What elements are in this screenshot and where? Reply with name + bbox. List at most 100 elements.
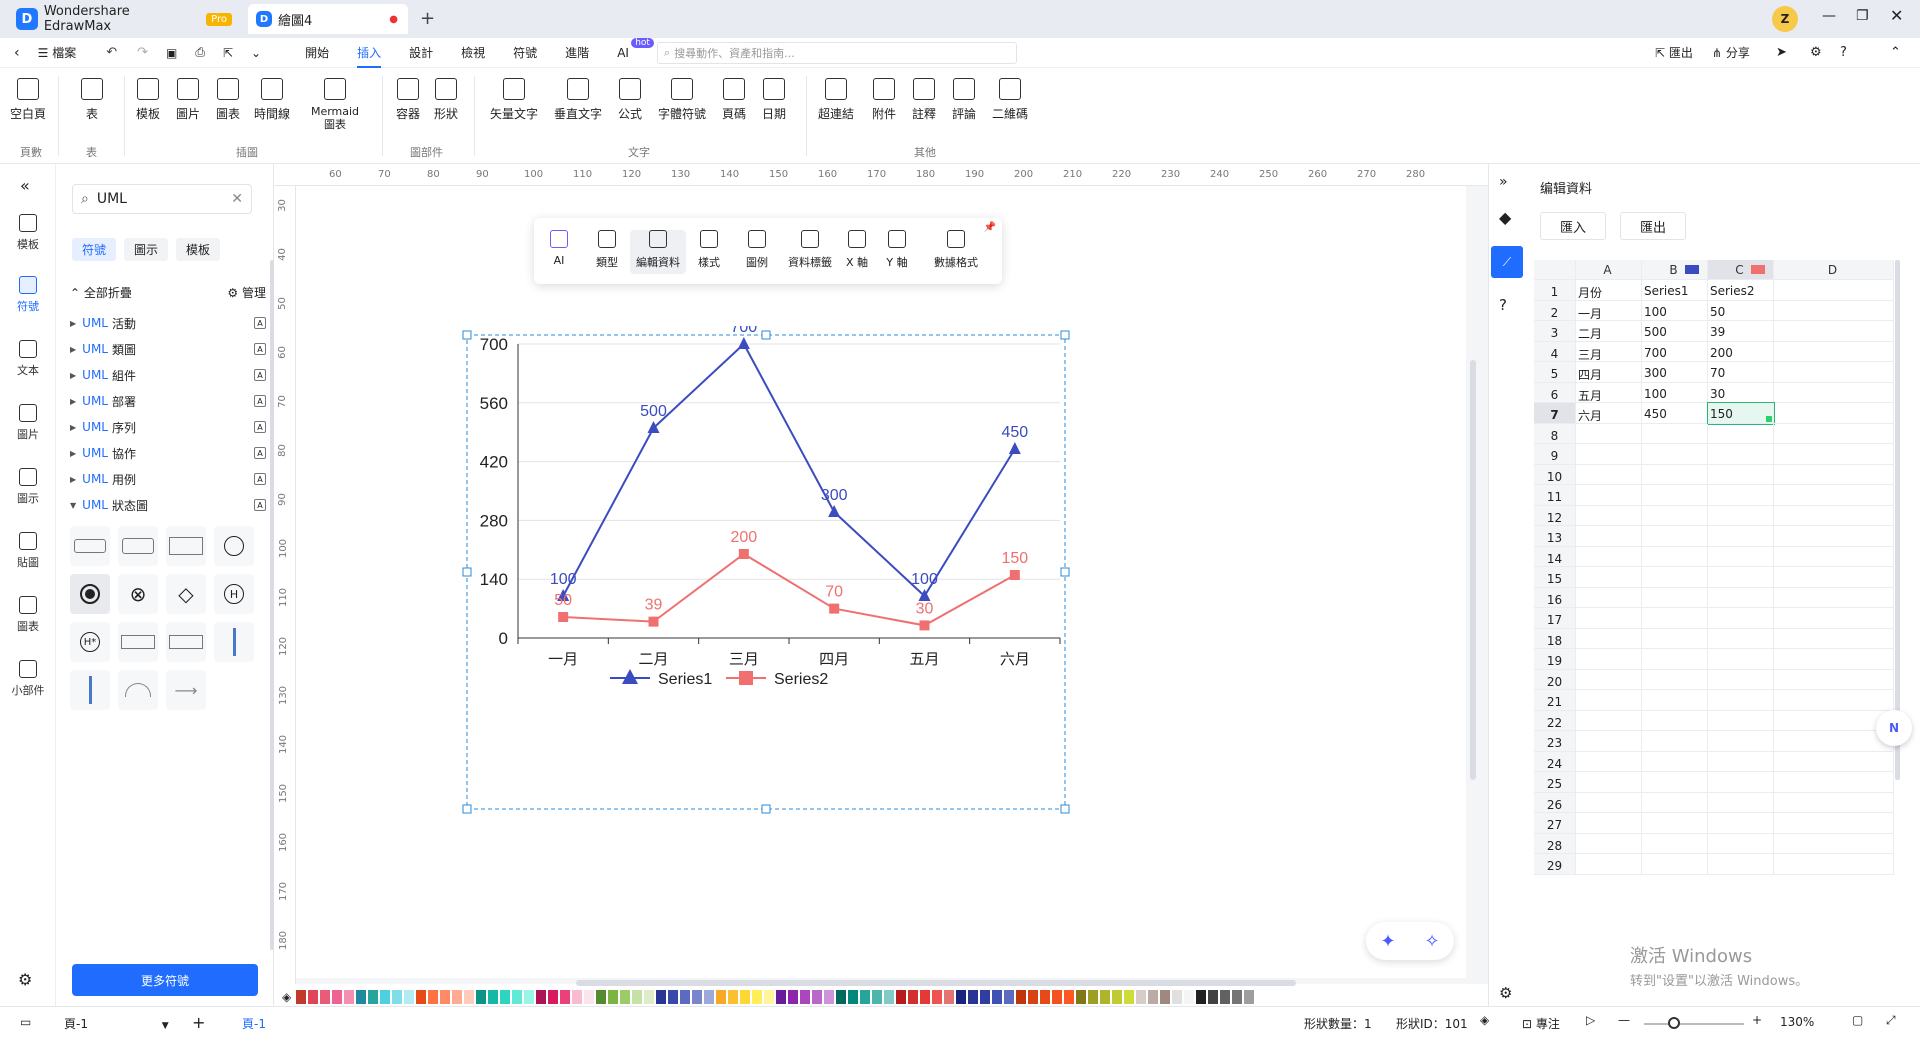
color-swatch[interactable] [884, 990, 894, 1004]
table-cell[interactable]: 六月 [1576, 403, 1642, 424]
list-item[interactable]: ▶ UML 組件 A [70, 362, 266, 388]
table-button[interactable]: 表 [70, 78, 114, 122]
table-cell[interactable] [1576, 751, 1642, 772]
table-cell[interactable]: 二月 [1576, 321, 1642, 342]
data-label-button[interactable]: 資料標籤 [780, 230, 840, 270]
table-cell[interactable] [1642, 690, 1708, 711]
table-cell[interactable] [1576, 710, 1642, 731]
table-cell[interactable] [1708, 444, 1774, 465]
color-swatch[interactable] [572, 990, 582, 1004]
file-menu[interactable]: ☰ 檔案 [38, 44, 77, 61]
state-shape[interactable] [70, 670, 110, 710]
color-swatch[interactable] [368, 990, 378, 1004]
page-list-icon[interactable]: ▭ [20, 1015, 31, 1029]
state-shape[interactable]: ⟶ [166, 670, 206, 710]
row-header[interactable]: 25 [1534, 772, 1576, 793]
table-cell[interactable]: 500 [1642, 321, 1708, 342]
table-cell[interactable] [1708, 505, 1774, 526]
row-header[interactable]: 1 [1534, 280, 1576, 301]
data-point[interactable] [919, 620, 930, 631]
color-swatch[interactable] [1076, 990, 1086, 1004]
list-item[interactable]: ▶ UML 類圖 A [70, 336, 266, 362]
fill-handle[interactable] [1766, 415, 1772, 422]
color-swatch[interactable] [1160, 990, 1170, 1004]
color-swatch[interactable] [980, 990, 990, 1004]
table-cell[interactable]: 150 [1707, 402, 1775, 425]
color-swatch[interactable] [836, 990, 846, 1004]
series-color-swatch[interactable] [1751, 265, 1765, 274]
row-header[interactable]: 2 [1534, 300, 1576, 321]
table-cell[interactable] [1774, 280, 1894, 301]
line-chart[interactable]: 0 140 280 420 560 700 一月 二月 三月 四月 五月 六月 100 500 700 3… [460, 326, 1080, 816]
more-symbols-button[interactable]: 更多符號 [72, 964, 258, 996]
table-cell[interactable] [1708, 751, 1774, 772]
color-swatch[interactable] [968, 990, 978, 1004]
color-swatch[interactable] [644, 990, 654, 1004]
rail-item-icons[interactable]: 圖示 [0, 468, 56, 506]
color-swatch[interactable] [608, 990, 618, 1004]
state-shape[interactable] [70, 526, 110, 566]
table-cell[interactable]: 四月 [1576, 362, 1642, 383]
menu-item-symbols[interactable]: 符號 [513, 38, 537, 68]
table-cell[interactable]: 30 [1708, 382, 1774, 403]
table-cell[interactable] [1642, 505, 1708, 526]
menu-item-view[interactable]: 檢視 [461, 38, 485, 68]
export-button[interactable]: ⇱ 匯出 [1655, 44, 1693, 61]
canvas-vscrollbar[interactable] [1470, 360, 1476, 780]
state-shape[interactable]: ⊗ [118, 574, 158, 614]
table-cell[interactable] [1708, 526, 1774, 547]
menu-item-ai[interactable]: AI hot [617, 37, 654, 68]
table-cell[interactable] [1774, 362, 1894, 383]
table-cell[interactable] [1708, 546, 1774, 567]
color-swatch[interactable] [464, 990, 474, 1004]
table-cell[interactable] [1642, 710, 1708, 731]
table-cell[interactable] [1642, 772, 1708, 793]
color-swatch[interactable] [620, 990, 630, 1004]
color-swatch[interactable] [404, 990, 414, 1004]
settings-icon[interactable]: ⚙ [1810, 45, 1822, 60]
data-point[interactable] [648, 616, 659, 627]
color-swatch[interactable] [992, 990, 1002, 1004]
table-cell[interactable] [1576, 690, 1642, 711]
row-header[interactable]: 28 [1534, 833, 1576, 854]
data-point[interactable] [737, 337, 750, 349]
row-header[interactable]: 24 [1534, 751, 1576, 772]
table-cell[interactable] [1708, 567, 1774, 588]
attachment-button[interactable]: 附件 [862, 78, 906, 122]
table-cell[interactable]: 月份 [1576, 280, 1642, 301]
table-cell[interactable] [1708, 423, 1774, 444]
rail-item-symbols[interactable]: 符號 [0, 276, 56, 314]
action-search-input[interactable]: ⌕ 搜尋動作、資產和指南... [656, 41, 1017, 64]
table-cell[interactable] [1576, 423, 1642, 444]
state-shape[interactable] [118, 622, 158, 662]
color-swatch[interactable] [440, 990, 450, 1004]
table-cell[interactable] [1774, 567, 1894, 588]
table-cell[interactable] [1708, 813, 1774, 834]
table-cell[interactable] [1708, 485, 1774, 506]
color-swatch[interactable] [1124, 990, 1134, 1004]
color-swatch[interactable] [908, 990, 918, 1004]
vertical-text-button[interactable]: 垂直文字 [550, 78, 606, 122]
color-swatch[interactable] [1088, 990, 1098, 1004]
rail-item-template[interactable]: 模板 [0, 214, 56, 252]
color-swatch[interactable] [1064, 990, 1074, 1004]
sheet-scrollbar[interactable] [1895, 260, 1900, 780]
row-header[interactable]: 9 [1534, 444, 1576, 465]
table-cell[interactable] [1774, 690, 1894, 711]
comment-button[interactable]: 評論 [942, 78, 986, 122]
table-cell[interactable] [1774, 505, 1894, 526]
timeline-button[interactable]: 時間線 [250, 78, 294, 122]
hyperlink-button[interactable]: 超連結 [814, 78, 858, 122]
export-data-button[interactable]: 匯出 [1620, 212, 1686, 240]
menu-item-home[interactable]: 開始 [305, 38, 329, 68]
collapse-ribbon-icon[interactable]: ⌃ [1890, 45, 1901, 60]
color-swatch[interactable] [356, 990, 366, 1004]
qrcode-button[interactable]: 二維碼 [988, 78, 1032, 122]
fit-screen-icon[interactable]: ⤢ [1886, 1013, 1896, 1028]
table-cell[interactable] [1708, 833, 1774, 854]
row-header[interactable]: 29 [1534, 854, 1576, 875]
table-cell[interactable] [1708, 464, 1774, 485]
color-swatch[interactable] [764, 990, 774, 1004]
table-cell[interactable] [1774, 526, 1894, 547]
table-cell[interactable] [1708, 649, 1774, 670]
